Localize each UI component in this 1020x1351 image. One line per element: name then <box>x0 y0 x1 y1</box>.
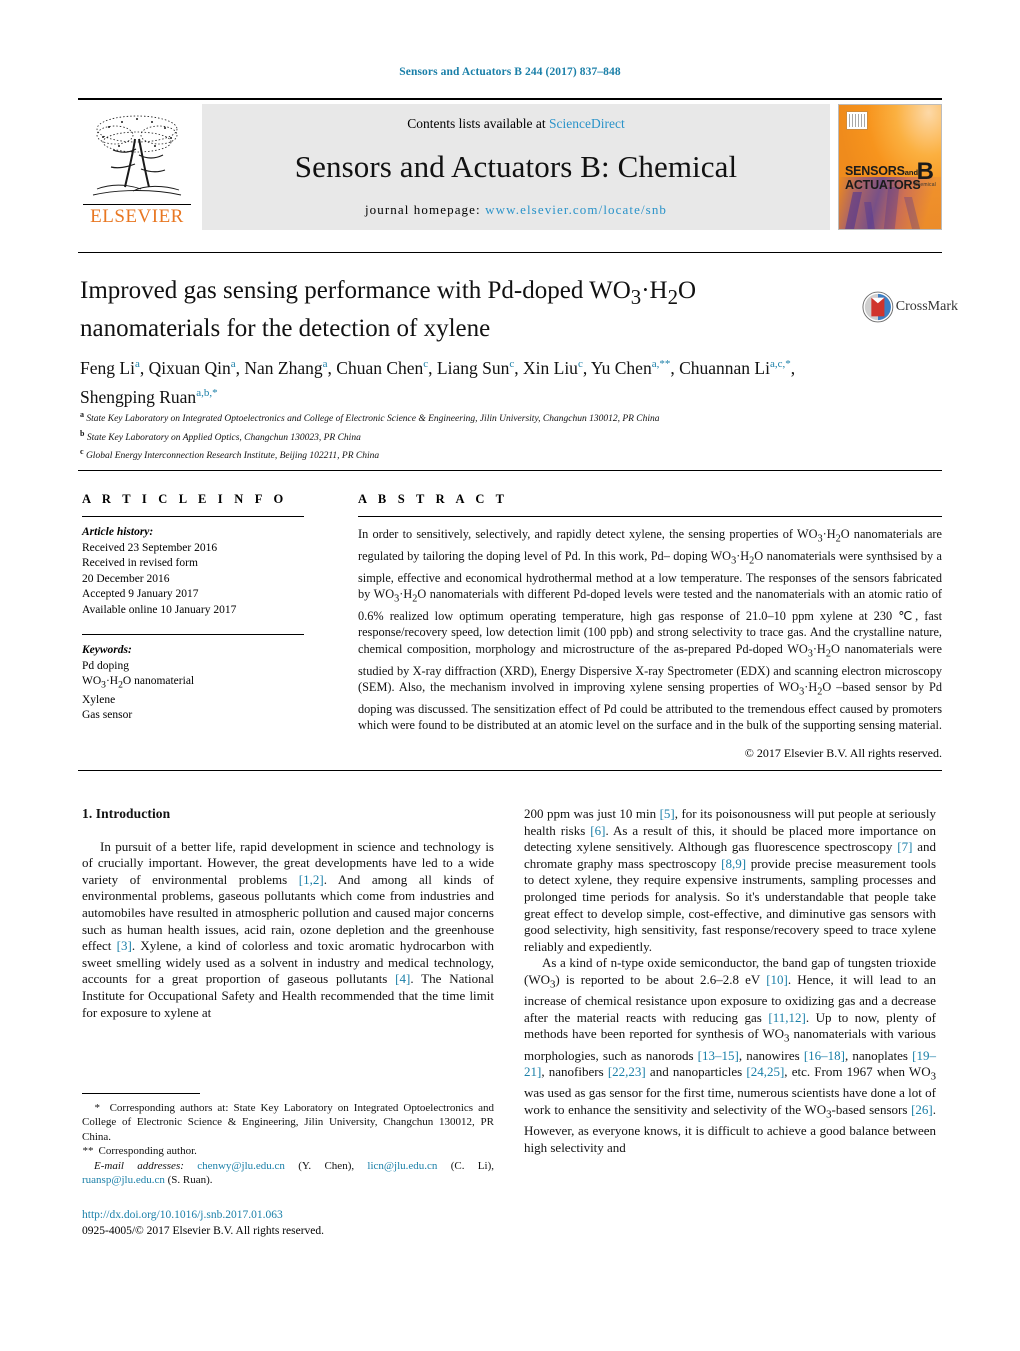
body-column-right: 200 ppm was just 10 min [5], for its poi… <box>524 806 936 1156</box>
affiliation-list: a State Key Laboratory on Integrated Opt… <box>80 408 900 464</box>
email-addresses: E-mail addresses: chenwy@jlu.edu.cn (Y. … <box>82 1159 494 1187</box>
footer-block: http://dx.doi.org/10.1016/j.snb.2017.01.… <box>82 1207 324 1239</box>
affiliation-item: c Global Energy Interconnection Research… <box>80 445 900 464</box>
abstract-bottom-divider <box>78 770 942 771</box>
abstract-heading: A B S T R A C T <box>358 492 509 506</box>
homepage-prefix: journal homepage: <box>364 202 486 217</box>
info-rule <box>82 516 304 517</box>
cover-publisher-mark-icon <box>846 111 868 130</box>
corresponding-author-note-2: ** Corresponding author. <box>82 1145 197 1158</box>
journal-homepage-link[interactable]: www.elsevier.com/locate/snb <box>485 202 667 217</box>
elsevier-wordmark: ELSEVIER <box>83 204 191 228</box>
abstract-column: In order to sensitively, selectively, an… <box>358 516 942 761</box>
info-section-divider <box>78 470 942 471</box>
body-column-left: 1. Introduction In pursuit of a better l… <box>82 806 494 1021</box>
abstract-copyright: © 2017 Elsevier B.V. All rights reserved… <box>744 745 942 760</box>
cover-title: SENSORSand ACTUATORS <box>845 163 921 192</box>
keywords-label: Keywords: <box>82 644 132 656</box>
article-info-heading: A R T I C L E I N F O <box>82 492 288 506</box>
affiliation-text: Global Energy Interconnection Research I… <box>85 451 380 462</box>
keywords-block: Keywords: Pd doping WO3·H2O nanomaterial X… <box>82 643 304 724</box>
cover-title-line1: SENSORS <box>845 163 905 178</box>
author-list: Feng Lia, Qixuan Qina, Nan Zhanga, Chuan… <box>80 357 796 407</box>
keywords-list: Pd doping WO3·H2O nanomaterial Xylene Gas s… <box>82 659 195 722</box>
article-history: Article history: Received 23 September 2… <box>82 525 304 618</box>
running-head: Sensors and Actuators B 244 (2017) 837–8… <box>399 66 621 78</box>
page-title: Improved gas sensing performance with Pd… <box>80 277 697 342</box>
keywords-rule <box>82 634 304 635</box>
journal-title: Sensors and Actuators B: Chemical <box>294 149 738 184</box>
affiliation-text: State Key Laboratory on Integrated Optoe… <box>86 414 660 425</box>
contents-line: Contents lists available at ScienceDirec… <box>407 116 624 132</box>
crossmark-label: CrossMark <box>895 299 958 314</box>
article-history-label: Article history: <box>82 526 154 538</box>
issn-copyright: 0925-4005/© 2017 Elsevier B.V. All right… <box>82 1225 325 1237</box>
journal-cover-thumbnail: SENSORSand ACTUATORS B Chemical <box>838 104 942 230</box>
history-item: Available online 10 January 2017 <box>82 603 237 616</box>
elsevier-logo: ELSEVIER <box>78 104 196 230</box>
paragraph: In pursuit of a better life, rapid devel… <box>82 838 495 1020</box>
affiliation-mark: a <box>80 410 84 419</box>
history-item: Received in revised form <box>82 557 198 569</box>
cover-title-line2: ACTUATORS <box>845 177 921 192</box>
doi-link[interactable]: http://dx.doi.org/10.1016/j.snb.2017.01.… <box>82 1207 324 1223</box>
footnote-divider <box>82 1093 200 1094</box>
title-divider <box>78 252 942 253</box>
footnote-block: * Corresponding authors at: State Key La… <box>82 1093 494 1187</box>
corresponding-author-note: * Corresponding authors at: State Key La… <box>82 1102 494 1143</box>
abstract-rule <box>358 516 942 517</box>
affiliation-item: b State Key Laboratory on Applied Optics… <box>80 427 900 446</box>
paragraph: 200 ppm was just 10 min [5], for its poi… <box>524 806 937 954</box>
journal-banner: Contents lists available at ScienceDirec… <box>202 104 830 230</box>
journal-homepage-line: journal homepage: www.elsevier.com/locat… <box>365 202 667 218</box>
cover-volume-subtitle: Chemical <box>913 181 936 188</box>
article-info-column: Article history: Received 23 September 2… <box>82 516 304 724</box>
affiliation-item: a State Key Laboratory on Integrated Opt… <box>80 408 900 427</box>
affiliation-mark: b <box>80 428 85 438</box>
crossmark-badge[interactable]: CrossMark <box>862 278 958 336</box>
contents-prefix: Contents lists available at <box>407 116 549 131</box>
elsevier-tree-icon <box>92 115 182 196</box>
cover-volume-letter: B <box>916 157 934 185</box>
section-title-introduction: 1. Introduction <box>82 806 171 821</box>
crossmark-icon <box>862 291 894 323</box>
abstract-text: In order to sensitively, selectively, an… <box>358 527 942 733</box>
affiliation-text: State Key Laboratory on Applied Optics, … <box>86 432 361 443</box>
history-item: Received 23 September 2016 <box>82 541 218 554</box>
article-first-page: Sensors and Actuators B 244 (2017) 837–8… <box>0 0 1020 1351</box>
affiliation-mark: c <box>80 447 84 457</box>
sciencedirect-link[interactable]: ScienceDirect <box>549 116 625 131</box>
history-item: 20 December 2016 <box>82 572 170 585</box>
paragraph: As a kind of n-type oxide semiconductor,… <box>524 955 936 1155</box>
journal-masthead: ELSEVIER Contents lists available at Sci… <box>78 98 942 230</box>
history-item: Accepted 9 January 2017 <box>82 588 199 600</box>
